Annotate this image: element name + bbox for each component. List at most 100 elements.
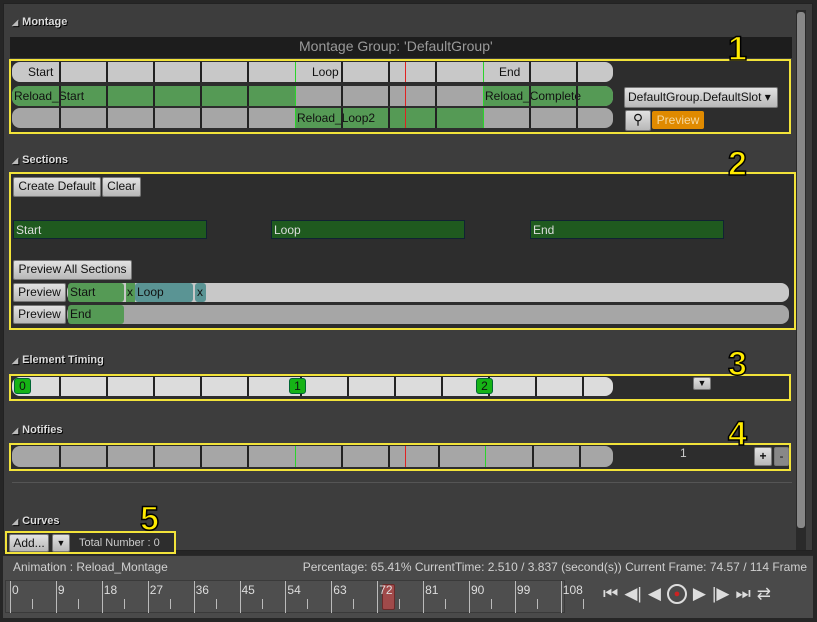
timeline-tick [10, 581, 11, 613]
timeline-tick-label: 0 [12, 583, 19, 597]
timeline-minor-tick [123, 599, 125, 609]
notify-track[interactable] [12, 446, 613, 467]
notifies-header[interactable]: ◢ Notifies [12, 424, 63, 436]
section-marker-loop[interactable]: Loop [312, 62, 339, 82]
callout-2: 2 [727, 144, 747, 184]
divider [12, 482, 792, 483]
timeline-tick [469, 581, 470, 613]
section-marker-start[interactable]: Start [28, 62, 53, 82]
timeline-minor-tick [582, 599, 584, 609]
remove-link-button[interactable]: x [195, 283, 206, 302]
timeline-tick-label: 36 [195, 583, 209, 597]
search-icon[interactable]: ⚲ [625, 110, 651, 131]
loop-icon[interactable]: ⇄ [757, 584, 771, 604]
remove-track-button[interactable]: - [774, 447, 789, 466]
timeline-tick-label: 54 [287, 583, 301, 597]
chain-section-loop[interactable]: Loop [135, 283, 193, 302]
section-marker-end[interactable]: End [499, 62, 520, 82]
curves-header-label: Curves [22, 515, 60, 527]
section-chain-2 [67, 305, 789, 324]
chevron-down-icon[interactable]: ▼ [693, 377, 711, 390]
slot-track-row-1[interactable]: Reload_Start Reload_Complete [12, 86, 613, 106]
section-end[interactable]: End [530, 220, 724, 239]
montage-group-title: Montage Group: 'DefaultGroup' [299, 38, 493, 54]
playback-info: Percentage: 65.41% CurrentTime: 2.510 / … [302, 560, 807, 574]
timeline-tick-label: 72 [379, 583, 393, 597]
animation-name: Animation : Reload_Montage [13, 560, 168, 574]
timeline-minor-tick [32, 599, 33, 609]
record-icon[interactable]: ● [666, 584, 687, 604]
play-reverse-icon[interactable]: ◀ [648, 584, 661, 604]
montage-header[interactable]: ◢ Montage [12, 16, 67, 28]
timeline-tick-label: 90 [471, 583, 485, 597]
timeline-tick [239, 581, 241, 613]
play-icon[interactable]: ▶ [693, 584, 706, 604]
timeline-tick [514, 581, 516, 613]
chain-section-start[interactable]: Start [68, 283, 124, 302]
timeline-tick [331, 581, 333, 613]
element-timing-track[interactable] [12, 377, 613, 396]
chain-section-end[interactable]: End [68, 305, 124, 324]
step-forward-icon[interactable]: |▶ [712, 584, 730, 604]
timeline-tick [423, 581, 425, 613]
timeline-tick-label: 99 [516, 583, 531, 597]
timing-marker-2[interactable]: 2 [476, 378, 493, 394]
skip-to-start-icon[interactable]: ⏮ [603, 584, 618, 604]
notifies-header-label: Notifies [22, 424, 63, 436]
chevron-down-icon: ▾ [764, 90, 771, 104]
clear-button[interactable]: Clear [102, 177, 141, 197]
element-timing-header-label: Element Timing [22, 354, 104, 366]
slot-track-row-2[interactable]: Reload_Loop2 [12, 108, 613, 128]
preview-all-sections-button[interactable]: Preview All Sections [13, 260, 132, 280]
preview-button[interactable]: Preview [652, 111, 704, 129]
timing-marker-1[interactable]: 1 [289, 378, 306, 394]
remove-link-button[interactable]: x [126, 283, 135, 302]
preview-chain-1-button[interactable]: Preview [13, 283, 66, 302]
transport-controls: ⏮ ◀︎| ◀ ● ▶ |▶ ⏭ ⇄ [603, 584, 808, 604]
curves-total: Total Number : 0 [79, 537, 160, 549]
timeline-minor-tick [445, 599, 447, 609]
timeline-tick [560, 581, 562, 613]
callout-3: 3 [727, 344, 747, 384]
timeline-minor-tick [169, 599, 171, 609]
chevron-down-icon[interactable]: ▼ [52, 534, 70, 552]
timeline-minor-tick [261, 599, 263, 609]
add-track-button[interactable]: + [754, 447, 772, 466]
element-timing-header[interactable]: ◢ Element Timing [12, 354, 104, 366]
timeline-tick [101, 581, 103, 613]
scrollbar-thumb[interactable] [797, 12, 805, 528]
section-loop[interactable]: Loop [271, 220, 465, 239]
step-back-icon[interactable]: ◀︎| [624, 584, 642, 604]
montage-sections-track[interactable]: Start Loop End [12, 62, 613, 82]
timeline-tick-label: 27 [149, 583, 164, 597]
timeline-minor-tick [491, 599, 492, 609]
timeline-minor-tick [77, 599, 79, 609]
timeline-scrubber[interactable]: 0 9 18 27 36 45 54 63 72 81 90 99 108 [5, 580, 584, 613]
timing-marker-0[interactable]: 0 [14, 378, 31, 394]
slot-dropdown[interactable]: DefaultGroup.DefaultSlot ▾ [624, 87, 778, 108]
timeline-tick-label: 63 [333, 583, 347, 597]
sections-header-label: Sections [22, 154, 69, 166]
montage-header-label: Montage [22, 16, 68, 28]
timeline-minor-tick [536, 599, 538, 609]
timeline-tick [377, 581, 379, 613]
callout-4: 4 [727, 414, 747, 454]
add-curve-button[interactable]: Add... [9, 534, 49, 552]
notify-track-count: 1 [680, 446, 687, 460]
timeline-minor-tick [353, 599, 355, 609]
timeline-tick [285, 581, 287, 613]
section-start[interactable]: Start [13, 220, 207, 239]
skip-to-end-icon[interactable]: ⏭ [735, 584, 750, 604]
callout-1: 1 [727, 29, 747, 69]
timeline-tick-label: 9 [57, 583, 65, 597]
timeline-tick-label: 18 [103, 583, 118, 597]
preview-chain-2-button[interactable]: Preview [13, 305, 66, 324]
create-default-button[interactable]: Create Default [13, 177, 101, 197]
sections-header[interactable]: ◢ Sections [12, 154, 68, 166]
timeline-tick [193, 581, 195, 613]
timeline-tick [147, 581, 149, 613]
timeline-tick-label: 81 [425, 583, 439, 597]
segment-reload-complete[interactable]: Reload_Complete [483, 86, 613, 106]
curves-header[interactable]: ◢ Curves [12, 515, 59, 527]
timeline-tick [55, 581, 57, 613]
